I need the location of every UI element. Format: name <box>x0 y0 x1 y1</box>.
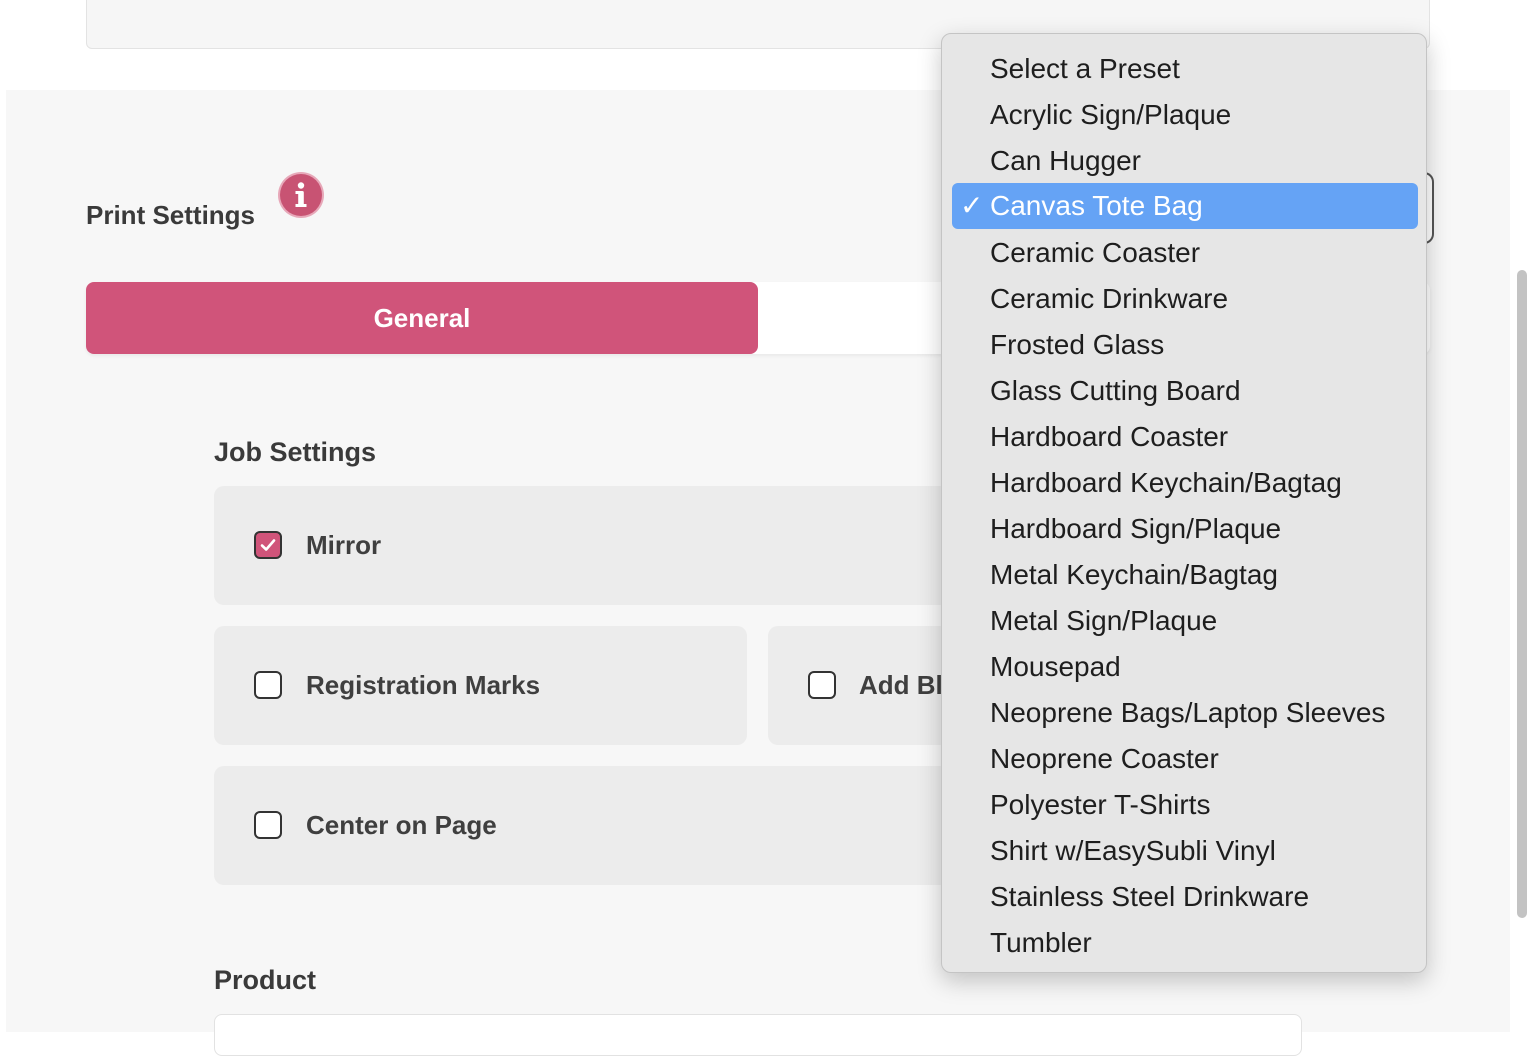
preset-option[interactable]: Stainless Steel Drinkware <box>952 874 1418 920</box>
mirror-checkbox[interactable] <box>254 531 282 559</box>
product-title: Product <box>214 965 317 995</box>
registration-marks-option-card: Registration Marks <box>214 626 747 745</box>
mirror-label: Mirror <box>306 530 382 560</box>
preset-option[interactable]: Mousepad <box>952 644 1418 690</box>
checkmark-icon <box>260 539 276 551</box>
scrollbar-thumb[interactable] <box>1517 270 1527 918</box>
preset-option[interactable]: Hardboard Coaster <box>952 414 1418 460</box>
preset-option[interactable]: Metal Sign/Plaque <box>952 598 1418 644</box>
preset-option[interactable]: Ceramic Drinkware <box>952 276 1418 322</box>
registration-marks-label: Registration Marks <box>306 670 541 700</box>
registration-marks-checkbox[interactable] <box>254 671 282 699</box>
product-select[interactable] <box>214 1014 1302 1056</box>
preset-option[interactable]: Polyester T-Shirts <box>952 782 1418 828</box>
preset-option[interactable]: Glass Cutting Board <box>952 368 1418 414</box>
preset-dropdown-menu: Select a Preset Acrylic Sign/Plaque Can … <box>941 33 1427 973</box>
tab-general[interactable]: General <box>86 282 758 354</box>
job-settings-title: Job Settings <box>214 437 377 467</box>
preset-option[interactable]: Tumbler <box>952 920 1418 966</box>
preset-option[interactable]: Can Hugger <box>952 138 1418 184</box>
preset-option[interactable]: Hardboard Sign/Plaque <box>952 506 1418 552</box>
preset-option[interactable]: Acrylic Sign/Plaque <box>952 92 1418 138</box>
preset-option[interactable]: Shirt w/EasySubli Vinyl <box>952 828 1418 874</box>
preset-option[interactable]: Metal Keychain/Bagtag <box>952 552 1418 598</box>
preset-option[interactable]: Neoprene Bags/Laptop Sleeves <box>952 690 1418 736</box>
info-icon[interactable] <box>280 174 322 216</box>
print-settings-title: Print Settings <box>86 200 256 230</box>
preset-option[interactable]: Ceramic Coaster <box>952 230 1418 276</box>
add-bleed-checkbox[interactable] <box>808 671 836 699</box>
preset-option[interactable]: Frosted Glass <box>952 322 1418 368</box>
preset-option-selected[interactable]: ✓ Canvas Tote Bag <box>952 183 1418 229</box>
checkmark-icon: ✓ <box>960 190 984 221</box>
preset-option[interactable]: Hardboard Keychain/Bagtag <box>952 460 1418 506</box>
preset-option[interactable]: Select a Preset <box>952 46 1418 92</box>
preset-option[interactable]: Neoprene Coaster <box>952 736 1418 782</box>
mirror-option-card: Mirror <box>214 486 974 605</box>
center-on-page-label: Center on Page <box>306 810 497 840</box>
center-on-page-checkbox[interactable] <box>254 811 282 839</box>
center-on-page-option-card: Center on Page <box>214 766 974 885</box>
